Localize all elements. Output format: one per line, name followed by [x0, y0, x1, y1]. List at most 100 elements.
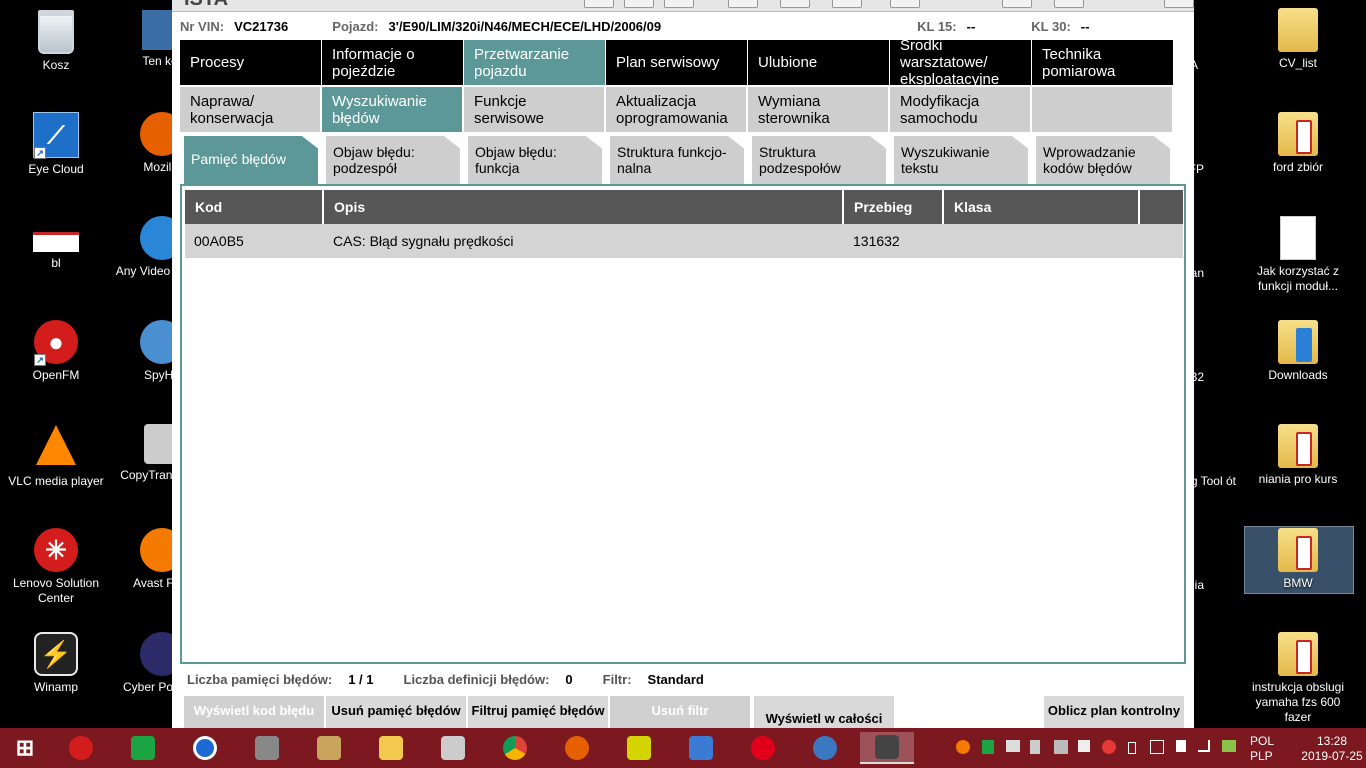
toolbar-minimize-button[interactable]	[1002, 0, 1032, 8]
toolbar-print-button[interactable]	[664, 0, 694, 8]
network-icon[interactable]	[1150, 740, 1164, 754]
toolbar-connect-button[interactable]	[832, 0, 862, 8]
subtab-naprawa[interactable]: Naprawa/ konserwacja	[180, 87, 322, 132]
tab-informacje[interactable]: Informacje o pojeździe	[322, 40, 464, 85]
folder-icon	[1278, 424, 1318, 468]
tray-app-icon[interactable]	[982, 740, 994, 754]
taskbar-app-13[interactable]	[802, 732, 848, 764]
tab-srodki[interactable]: Środki warsztatowe/ eksploatacyjne	[890, 37, 1032, 88]
cell-extra	[1140, 224, 1183, 258]
taskbar-ista[interactable]	[860, 732, 914, 764]
kl30-value: --	[1080, 18, 1090, 34]
taskbar-bmw[interactable]	[182, 732, 228, 764]
ftab-objaw-funkcja[interactable]: Objaw błędu: funkcja	[464, 136, 606, 184]
desktop-icon-label: OpenFM	[32, 368, 80, 382]
clock[interactable]: 13:28 2019-07-25	[1300, 734, 1364, 764]
desktop-icon-instrukcja[interactable]: instrukcja obslugi yamaha fzs 600 fazer	[1248, 632, 1348, 725]
battery-icon[interactable]	[1128, 742, 1136, 754]
taskbar-firefox[interactable]	[554, 732, 600, 764]
app-icon	[627, 736, 651, 760]
kl15-value: --	[966, 18, 976, 34]
desktop-icon-label: BMW	[1283, 576, 1313, 590]
taskbar-openfm[interactable]	[58, 732, 104, 764]
signal-icon[interactable]	[1198, 740, 1210, 752]
tray-security-icon[interactable]	[1102, 740, 1116, 754]
taskbar-app-7[interactable]	[430, 732, 476, 764]
taskbar-opera[interactable]	[740, 732, 786, 764]
ftab-objaw-podzespol[interactable]: Objaw błędu: podzespół	[322, 136, 464, 184]
openfm-icon: ● ↗	[34, 320, 78, 366]
subtab-wymiana[interactable]: Wymiana sterownika	[748, 87, 890, 132]
toolbar-copy-button[interactable]	[624, 0, 654, 8]
taskbar-remote[interactable]	[678, 732, 724, 764]
desktop-icon-downloads[interactable]: Downloads	[1248, 320, 1348, 383]
tray-avast-icon[interactable]	[956, 740, 970, 754]
tab-ulubione[interactable]: Ulubione	[748, 40, 890, 85]
table-row[interactable]: 00A0B5 CAS: Błąd sygnału prędkości 13163…	[185, 224, 1183, 258]
language-indicator[interactable]: POL PLP	[1250, 734, 1274, 764]
taskbar-app-10[interactable]	[616, 732, 662, 764]
tab-technika[interactable]: Technika pomiarowa	[1032, 40, 1174, 85]
toolbar-settings-button[interactable]	[890, 0, 920, 8]
subtab-modyfikacja[interactable]: Modyfikacja samochodu	[890, 87, 1032, 132]
tab-plan-serwisowy[interactable]: Plan serwisowy	[606, 40, 748, 85]
taskbar-calculator[interactable]	[244, 732, 290, 764]
taskbar-paint[interactable]	[306, 732, 352, 764]
col-opis[interactable]: Opis	[324, 190, 844, 224]
taskbar-explorer[interactable]	[368, 732, 414, 764]
desktop-icon-lenovo[interactable]: ✳ Lenovo Solution Center	[6, 528, 106, 606]
tab-procesy[interactable]: Procesy	[180, 40, 322, 85]
col-kod[interactable]: Kod	[185, 190, 324, 224]
desktop-icon-recycle-bin[interactable]: Kosz	[6, 10, 106, 73]
toolbar-back-button[interactable]	[584, 0, 614, 8]
desktop-icon-bmw[interactable]: BMW	[1248, 528, 1348, 591]
taskbar-store[interactable]	[120, 732, 166, 764]
tab-przetwarzanie[interactable]: Przetwarzanie pojazdu	[464, 40, 606, 85]
windows-icon: ⊞	[15, 735, 35, 760]
toolbar-help-button[interactable]	[1054, 0, 1084, 8]
tray-app-icon[interactable]	[1054, 740, 1068, 754]
tray-camera-icon[interactable]	[1078, 740, 1090, 752]
openfm-icon	[69, 736, 93, 760]
subtab-funkcje[interactable]: Funkcje serwisowe	[464, 87, 606, 132]
desktop-icon-ford[interactable]: ford zbiór	[1248, 112, 1348, 175]
eye-cloud-icon: ⟋ ↗	[33, 112, 79, 159]
ftab-pamiec[interactable]: Pamięć błędów	[180, 136, 322, 184]
desktop-icon-cv-list[interactable]: CV_list	[1248, 8, 1348, 71]
notification-icon[interactable]	[1222, 740, 1236, 752]
subtab-aktualizacja[interactable]: Aktualizacja oprogramowania	[606, 87, 748, 132]
toolbar-refresh-button[interactable]	[780, 0, 810, 8]
ftab-wyszukiwanie-tekstu[interactable]: Wyszukiwanie tekstu	[890, 136, 1032, 184]
desktop-icon-niania[interactable]: niania pro kurs	[1248, 424, 1348, 487]
subtab-empty	[1032, 87, 1174, 132]
fault-table: Kod Opis Przebieg Klasa 00A0B5 CAS: Błąd…	[185, 190, 1183, 258]
paint-icon	[317, 736, 341, 760]
vehicle-label: Pojazd:	[332, 18, 379, 34]
ista-icon	[875, 735, 899, 759]
ftab-wprowadzanie-kodow[interactable]: Wprowadzanie kodów błędów	[1032, 136, 1174, 184]
desktop-icon-openfm[interactable]: ● ↗ OpenFM	[6, 320, 106, 383]
ftab-struktura-podzespolow[interactable]: Struktura podzespołów	[748, 136, 890, 184]
desktop-icon-pdf[interactable]: Jak korzystać z funkcji moduł...	[1248, 216, 1348, 294]
ftab-struktura-funkcjonalna[interactable]: Struktura funkcjo- nalna	[606, 136, 748, 184]
subtab-wyszukiwanie[interactable]: Wyszukiwanie błędów	[322, 87, 464, 132]
store-icon	[131, 736, 155, 760]
tray-app-icon[interactable]	[1006, 740, 1020, 752]
desktop-icon-vlc[interactable]: VLC media player	[6, 424, 106, 489]
volume-icon[interactable]	[1176, 740, 1186, 752]
col-przebieg[interactable]: Przebieg	[844, 190, 944, 224]
taskbar-chrome[interactable]	[492, 732, 538, 764]
ista-window: ISTA Nr VIN: VC21736 Pojazd: 3'/E90/LIM/…	[172, 0, 1194, 744]
desktop-icon-winamp[interactable]: ⚡ Winamp	[6, 632, 106, 695]
fault-memory-panel: Kod Opis Przebieg Klasa 00A0B5 CAS: Błąd…	[180, 184, 1186, 664]
document-icon	[33, 232, 79, 252]
monitor-icon	[689, 736, 713, 760]
close-button[interactable]	[1164, 0, 1194, 8]
desktop-icon-eye-cloud[interactable]: ⟋ ↗ Eye Cloud	[6, 112, 106, 177]
desktop-icon-bl[interactable]: bl	[6, 218, 106, 271]
tray-app-icon[interactable]	[1030, 740, 1040, 754]
start-button[interactable]: ⊞	[2, 732, 48, 764]
toolbar-tool-button[interactable]	[728, 0, 758, 8]
desktop-icon-label: Jak korzystać z funkcji moduł...	[1256, 264, 1340, 293]
col-klasa[interactable]: Klasa	[944, 190, 1140, 224]
